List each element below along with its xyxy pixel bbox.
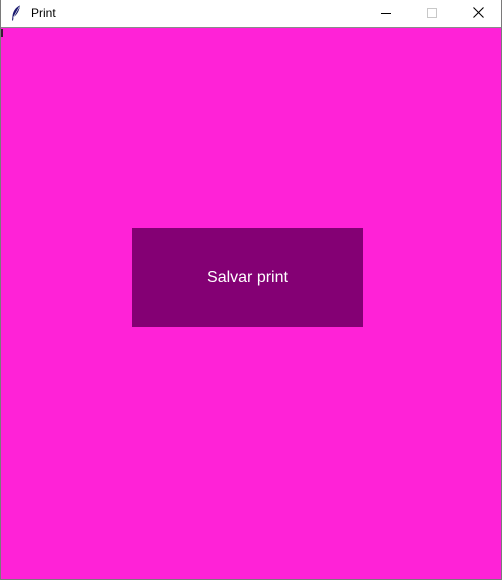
window-title: Print	[31, 6, 56, 20]
feather-icon	[11, 5, 21, 21]
app-window: Print Salvar print	[0, 0, 502, 580]
save-print-button-label: Salvar print	[207, 268, 288, 286]
title-bar[interactable]: Print	[1, 0, 501, 27]
main-canvas: Salvar print	[1, 28, 501, 579]
close-icon	[472, 5, 484, 23]
maximize-icon	[427, 5, 437, 23]
save-print-button[interactable]: Salvar print	[132, 228, 363, 327]
maximize-button[interactable]	[409, 0, 455, 27]
close-button[interactable]	[455, 0, 501, 27]
minimize-icon	[381, 5, 391, 23]
window-edge-artifact	[1, 29, 3, 37]
minimize-button[interactable]	[363, 0, 409, 27]
